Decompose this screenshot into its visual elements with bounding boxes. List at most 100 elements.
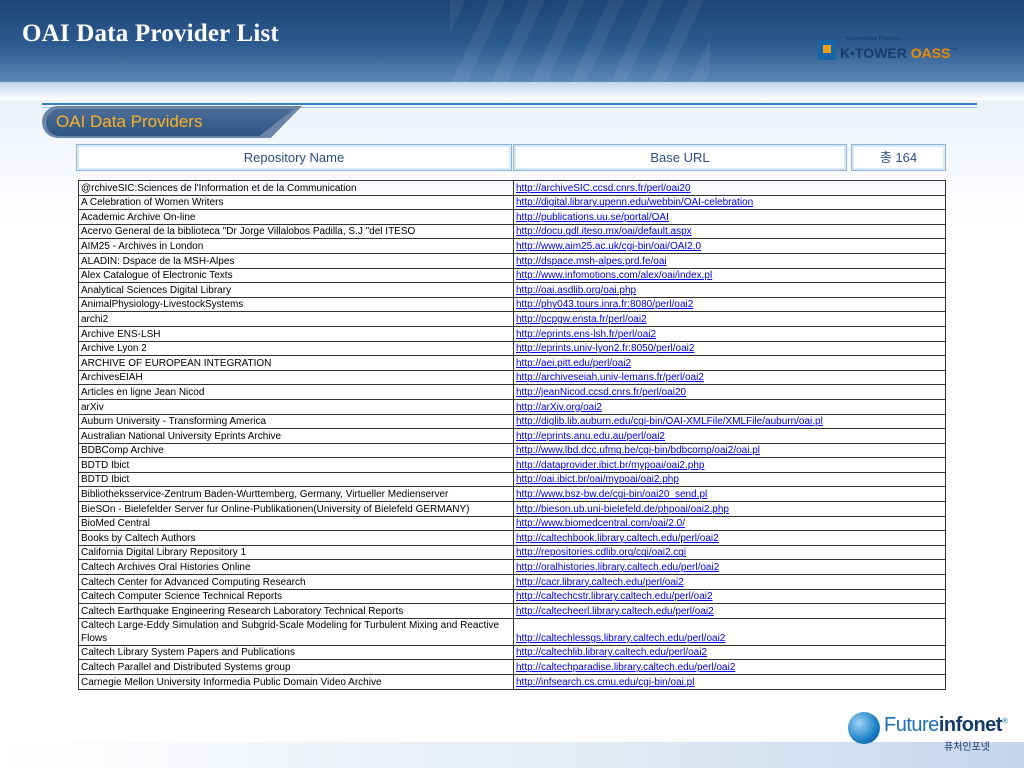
table-row: Caltech Library System Papers and Public…: [78, 644, 946, 661]
base-url-link[interactable]: http://archiveSIC.ccsd.cnrs.fr/perl/oai2…: [513, 180, 946, 196]
base-url-link[interactable]: http://caltecheerl.library.caltech.edu/p…: [513, 603, 946, 619]
repository-name-cell: AnimalPhysiology-LivestockSystems: [78, 296, 514, 313]
base-url-link[interactable]: http://www.aim25.ac.uk/cgi-bin/oai/OAI2.…: [513, 238, 946, 254]
base-url-link[interactable]: http://diglib.lib.auburn.edu/cgi-bin/OAI…: [513, 413, 946, 430]
repository-name-cell: Caltech Computer Science Technical Repor…: [78, 588, 514, 605]
repository-name-cell: Archive ENS-LSH: [78, 325, 514, 342]
header-total-count: 총 164: [851, 144, 946, 171]
table-row: Archive Lyon 2 http://eprints.univ-lyon2.…: [78, 340, 946, 357]
repository-name-cell: Books by Caltech Authors: [78, 530, 514, 546]
table-row: @rchiveSIC:Sciences de l'Information et …: [78, 180, 946, 196]
base-url-link[interactable]: http://oai.ibict.br/oai/mypoai/oai2.php: [513, 471, 946, 488]
base-url-link[interactable]: http://www.lbd.dcc.ufmg.be/cgi-bin/bdbco…: [513, 442, 946, 459]
base-url-link[interactable]: http://caltechcstr.library.caltech.edu/p…: [513, 588, 946, 605]
table-row: Australian National University Eprints A…: [78, 428, 946, 444]
repository-name-cell: @rchiveSIC:Sciences de l'Information et …: [78, 180, 514, 196]
base-url-link[interactable]: http://www.biomedcentral.com/oai/2.0/: [513, 515, 946, 532]
base-url-link[interactable]: http://bieson.ub.uni-bielefeld.de/phpoai…: [513, 501, 946, 517]
base-url-link[interactable]: http://phy043.tours.inra.fr:8080/perl/oa…: [513, 296, 946, 313]
base-url-link[interactable]: http://caltechparadise.library.caltech.e…: [513, 659, 946, 675]
repository-name-cell: Articles en ligne Jean Nicod: [78, 384, 514, 400]
base-url-link[interactable]: http://jeanNicod.ccsd.cnrs.fr/perl/oai20: [513, 384, 946, 400]
futureinfonet-wordmark: Futureinfonet®: [884, 714, 1008, 736]
page-title: OAI Data Provider List: [22, 20, 279, 47]
base-url-link[interactable]: http://eprints.univ-lyon2.fr:8050/perl/o…: [513, 340, 946, 357]
repository-name-cell: ArchivesEIAH: [78, 369, 514, 386]
repository-name-cell: Caltech Earthquake Engineering Research …: [78, 603, 514, 619]
ktower-wordmark: K•TOWER OASS™: [840, 45, 958, 61]
base-url-link[interactable]: http://eprints.ens-lsh.fr/perl/oai2: [513, 325, 946, 342]
header-repository-name: Repository Name: [76, 144, 512, 171]
table-row: BDTD Ibict http://dataprovider.ibict.br/m…: [78, 457, 946, 473]
base-url-link[interactable]: http://cacr.library.caltech.edu/perl/oai…: [513, 574, 946, 590]
table-row: AnimalPhysiology-LivestockSystems http://…: [78, 296, 946, 313]
base-url-link[interactable]: http://caltechlessgs.library.caltech.edu…: [513, 617, 946, 646]
table-row: arXiv http://arXiv.org/oai2: [78, 398, 946, 415]
repository-name-cell: arXiv: [78, 398, 514, 415]
base-url-link[interactable]: http://oralhistories.library.caltech.edu…: [513, 559, 946, 576]
repository-name-cell: Alex Catalogue of Electronic Texts: [78, 267, 514, 284]
base-url-link[interactable]: http://archiveseiah.univ-lemans.fr/perl/…: [513, 369, 946, 386]
repository-name-cell: Bibliotheksservice-Zentrum Baden-Wurttem…: [78, 486, 514, 503]
ktower-tagline: Knowledge Frontier: [846, 36, 902, 42]
table-row: Caltech Center for Advanced Computing Re…: [78, 574, 946, 590]
repository-name-cell: Analytical Sciences Digital Library: [78, 282, 514, 298]
base-url-link[interactable]: http://eprints.anu.edu.au/perl/oai2: [513, 428, 946, 444]
globe-icon: [848, 712, 880, 744]
provider-table: @rchiveSIC:Sciences de l'Information et …: [78, 180, 946, 690]
base-url-link[interactable]: http://www.infomotions.com/alex/oai/inde…: [513, 267, 946, 284]
futureinfonet-logo: Futureinfonet® 퓨처인포넷: [844, 708, 1008, 758]
base-url-link[interactable]: http://dataprovider.ibict.br/mypoai/oai2…: [513, 457, 946, 473]
repository-name-cell: Archive Lyon 2: [78, 340, 514, 357]
table-row: Caltech Computer Science Technical Repor…: [78, 588, 946, 605]
table-row: ArchivesEIAH http://archiveseiah.univ-lem…: [78, 369, 946, 386]
table-header: Repository Name Base URL 총 164: [76, 144, 946, 171]
title-bar-decoration: [450, 0, 710, 82]
table-row: AIM25 - Archives in London http://www.aim…: [78, 238, 946, 254]
repository-name-cell: California Digital Library Repository 1: [78, 544, 514, 561]
table-row: Alex Catalogue of Electronic Texts http:/…: [78, 267, 946, 284]
repository-name-cell: Academic Archive On-line: [78, 209, 514, 225]
base-url-link[interactable]: http://www.bsz-bw.de/cgi-bin/oai20_send.…: [513, 486, 946, 503]
table-row: ARCHIVE OF EUROPEAN INTEGRATION http://ae…: [78, 355, 946, 371]
base-url-link[interactable]: http://publications.uu.se/portal/OAI: [513, 209, 946, 225]
base-url-link[interactable]: http://arXiv.org/oai2: [513, 398, 946, 415]
table-row: California Digital Library Repository 1h…: [78, 544, 946, 561]
base-url-link[interactable]: http://digital.library.upenn.edu/webbin/…: [513, 194, 946, 211]
repository-name-cell: BDTD Ibict: [78, 471, 514, 488]
base-url-link[interactable]: http://docu.gdl.iteso.mx/oai/default.asp…: [513, 223, 946, 240]
base-url-link[interactable]: http://infsearch.cs.cmu.edu/cgi-bin/oai.…: [513, 674, 946, 690]
repository-name-cell: A Celebration of Women Writers: [78, 194, 514, 211]
table-row: BDBComp Archive http://www.lbd.dcc.ufmg.b…: [78, 442, 946, 459]
base-url-link[interactable]: http://repositories.cdlib.org/cgi/oai2.c…: [513, 544, 946, 561]
repository-name-cell: archi2: [78, 311, 514, 327]
repository-name-cell: AIM25 - Archives in London: [78, 238, 514, 254]
repository-name-cell: Acervo General de la biblioteca "Dr Jorg…: [78, 223, 514, 240]
base-url-link[interactable]: http://caltechlib.library.caltech.edu/pe…: [513, 644, 946, 661]
table-row: BieSOn - Bielefelder Server fur Online-P…: [78, 501, 946, 517]
ktower-badge-icon: [818, 40, 836, 60]
header-base-url: Base URL: [513, 144, 847, 171]
base-url-link[interactable]: http://oai.asdlib.org/oai.php: [513, 282, 946, 298]
repository-name-cell: Caltech Archives Oral Histories Online: [78, 559, 514, 576]
base-url-link[interactable]: http://dspace.msh-alpes.prd.fe/oai: [513, 252, 946, 269]
table-row: Carnegie Mellon University Informedia Pu…: [78, 674, 946, 690]
repository-name-cell: BDBComp Archive: [78, 442, 514, 459]
repository-name-cell: ARCHIVE OF EUROPEAN INTEGRATION: [78, 355, 514, 371]
ktower-oass-logo: Knowledge Frontier K•TOWER OASS™: [816, 34, 958, 70]
table-row: Caltech Archives Oral Histories Online ht…: [78, 559, 946, 576]
table-row: Caltech Parallel and Distributed Systems…: [78, 659, 946, 675]
base-url-link[interactable]: http://pcpgw.ensta.fr/perl/oai2: [513, 311, 946, 327]
futureinfonet-korean-name: 퓨처인포넷: [944, 742, 990, 753]
repository-name-cell: Carnegie Mellon University Informedia Pu…: [78, 674, 514, 690]
repository-name-cell: Caltech Center for Advanced Computing Re…: [78, 574, 514, 590]
repository-name-cell: BieSOn - Bielefelder Server fur Online-P…: [78, 501, 514, 517]
repository-name-cell: BDTD Ibict: [78, 457, 514, 473]
section-label: OAI Data Providers: [56, 112, 203, 131]
base-url-link[interactable]: http://caltechbook.library.caltech.edu/p…: [513, 530, 946, 546]
repository-name-cell: Caltech Parallel and Distributed Systems…: [78, 659, 514, 675]
base-url-link[interactable]: http://aei.pitt.edu/perl/oai2: [513, 355, 946, 371]
repository-name-cell: Auburn University - Transforming America: [78, 413, 514, 430]
table-row: Caltech Earthquake Engineering Research …: [78, 603, 946, 619]
table-row: archi2 http://pcpgw.ensta.fr/perl/oai2: [78, 311, 946, 327]
